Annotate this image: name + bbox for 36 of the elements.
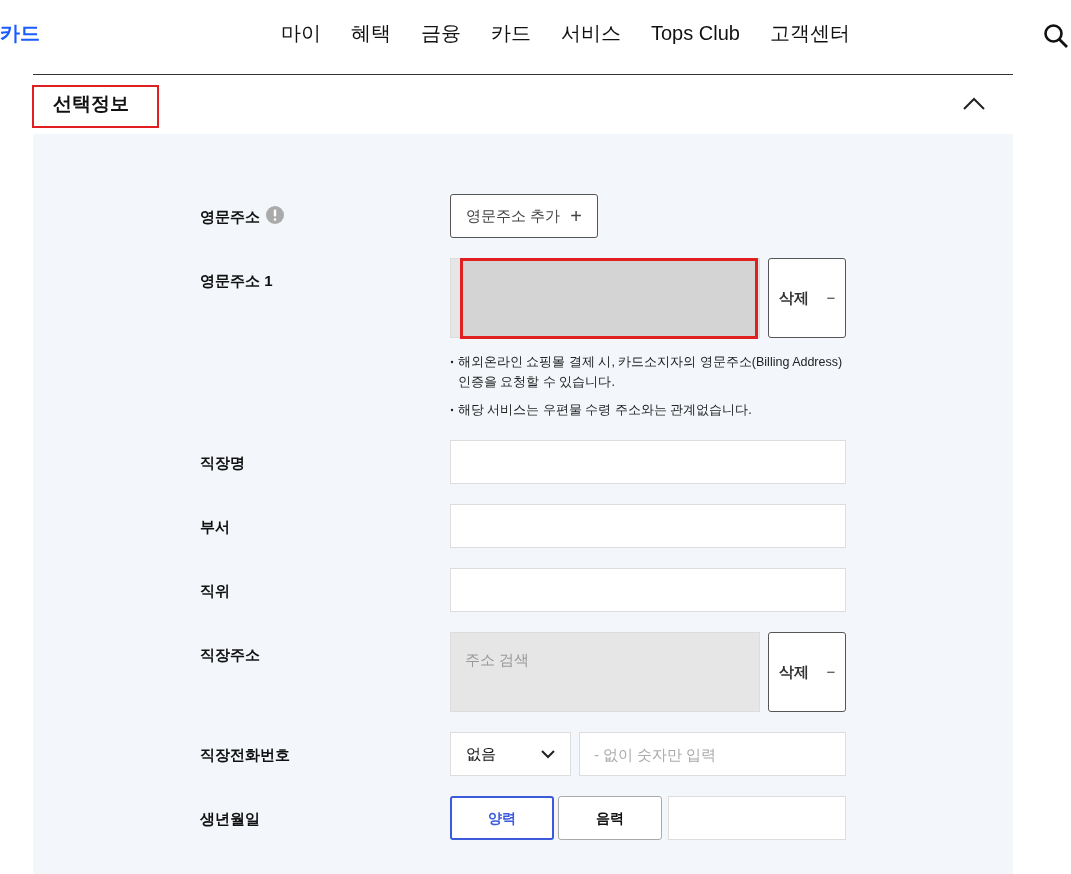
nav-link[interactable]: 금융 [421, 18, 461, 48]
note-text: 해외온라인 쇼핑몰 결제 시, 카드소지자의 영문주소(Billing Address) 인증을 요청할 수 있습니다. [458, 354, 844, 391]
field-label: 직위 [200, 581, 230, 601]
field-label: 부서 [200, 517, 230, 537]
section-title: 선택정보 [53, 92, 129, 117]
bullet-icon [450, 408, 454, 412]
search-icon[interactable] [1043, 23, 1069, 49]
field-label: 영문주소 [200, 207, 260, 227]
field-label: 영문주소 1 [200, 271, 273, 291]
birth-date-input[interactable] [668, 796, 846, 840]
field-label: 생년월일 [200, 809, 260, 829]
nav-link[interactable]: 혜택 [351, 18, 391, 48]
calendar-type-toggle[interactable]: 양력 [450, 796, 554, 840]
collapse-chevron-icon[interactable] [962, 97, 986, 111]
calendar-type-toggle[interactable]: 음력 [557, 796, 662, 840]
nav-link[interactable]: 마이 [281, 18, 321, 48]
nav-link[interactable]: Tops Club [651, 18, 740, 48]
delete-button[interactable]: 삭제 − [768, 632, 846, 712]
field-label: 직장전화번호 [200, 745, 290, 765]
text-input[interactable] [450, 440, 846, 484]
phone-prefix-select[interactable]: 없음 [450, 732, 571, 776]
nav-link[interactable]: 카드 [491, 18, 531, 48]
note-text: 해당 서비스는 우편물 수령 주소와는 관계없습니다. [458, 402, 752, 419]
delete-button[interactable]: 삭제 − [768, 258, 846, 338]
field-label: 직장명 [200, 453, 245, 473]
caret-icon [541, 749, 555, 759]
text-input[interactable] [450, 568, 846, 612]
field-label: 직장주소 [200, 645, 260, 665]
info-icon[interactable] [266, 206, 284, 224]
text-input[interactable] [450, 504, 846, 548]
nav-link[interactable]: 고객센터 [769, 18, 850, 48]
phone-input[interactable]: - 없이 숫자만 입력 [579, 732, 846, 776]
bullet-icon [450, 360, 454, 364]
nav-link[interactable]: 서비스 [561, 18, 621, 48]
logo[interactable]: 카드 [0, 18, 40, 48]
add-address-button[interactable]: 영문주소 추가 + [450, 194, 598, 238]
